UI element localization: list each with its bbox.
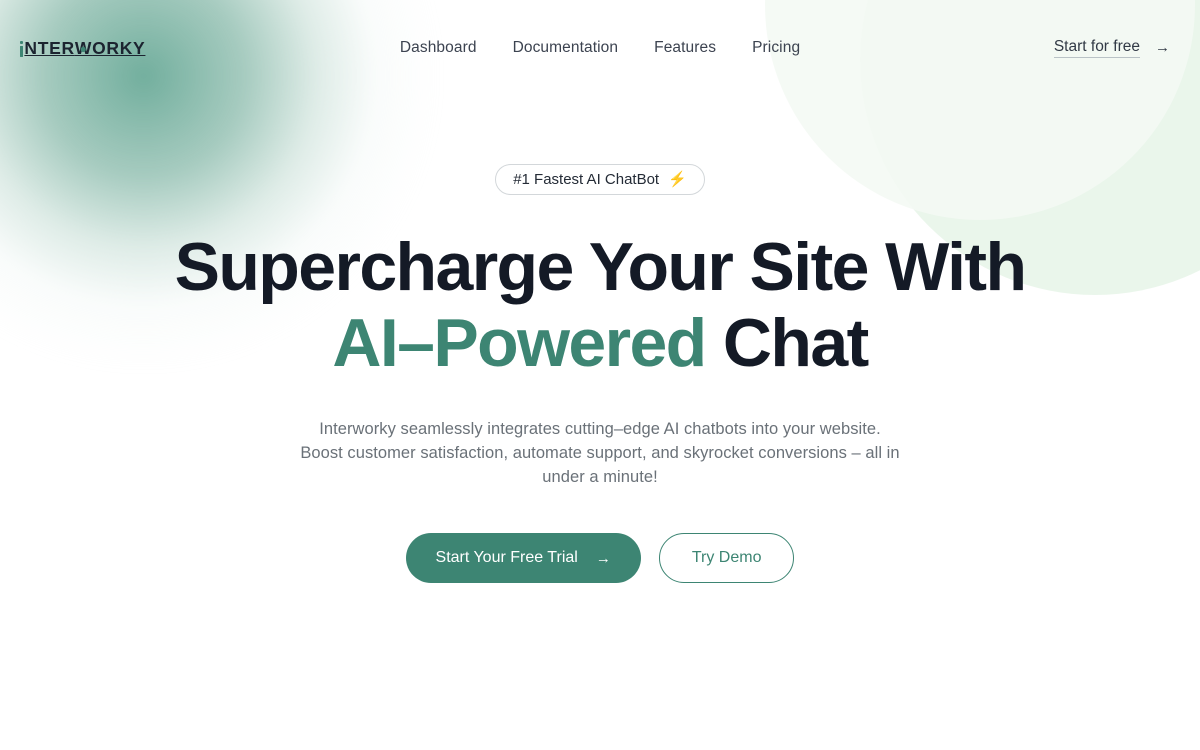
logo-i-stem bbox=[20, 46, 24, 57]
main-navigation: Dashboard Documentation Features Pricing bbox=[400, 39, 800, 57]
hero-section: #1 Fastest AI ChatBot ⚡ Supercharge Your… bbox=[0, 96, 1200, 583]
logo-text-part1: NTER bbox=[24, 37, 75, 58]
nav-item-features[interactable]: Features bbox=[654, 39, 716, 57]
headline-accent: AI–Powered bbox=[332, 305, 707, 381]
site-header: NTER W ORKY Dashboard Documentation Featur… bbox=[0, 0, 1200, 96]
lightning-bolt-icon: ⚡ bbox=[668, 171, 687, 188]
start-free-trial-button[interactable]: Start Your Free Trial → bbox=[405, 533, 641, 583]
arrow-right-icon: → bbox=[1155, 39, 1170, 56]
headline-line-1: Supercharge Your Site With bbox=[174, 229, 1027, 305]
nav-item-documentation[interactable]: Documentation bbox=[513, 39, 619, 57]
try-demo-button[interactable]: Try Demo bbox=[658, 533, 795, 583]
header-start-for-free-link[interactable]: Start for free → bbox=[1053, 38, 1180, 59]
nav-item-pricing[interactable]: Pricing bbox=[752, 39, 800, 57]
secondary-button-label: Try Demo bbox=[691, 549, 762, 566]
arrow-right-icon: → bbox=[595, 549, 611, 567]
status-badge[interactable]: #1 Fastest AI ChatBot ⚡ bbox=[495, 164, 705, 195]
hero-subheading: Interworky seamlessly integrates cutting… bbox=[300, 420, 900, 486]
nav-item-dashboard[interactable]: Dashboard bbox=[400, 39, 477, 57]
headline-tail: Chat bbox=[705, 305, 869, 381]
brand-logo[interactable]: NTER W ORKY bbox=[20, 38, 145, 59]
logo-text-part2: ORKY bbox=[92, 37, 146, 58]
badge-label: #1 Fastest AI ChatBot bbox=[513, 171, 660, 188]
logo-w-icon: W bbox=[74, 37, 93, 58]
primary-button-label: Start Your Free Trial bbox=[435, 549, 578, 566]
landing-page: NTER W ORKY Dashboard Documentation Featur… bbox=[0, 0, 1200, 750]
header-cta-label: Start for free bbox=[1053, 38, 1140, 59]
logo-i-dot bbox=[20, 40, 24, 44]
logo-i-icon bbox=[20, 39, 24, 57]
page-title: Supercharge Your Site With AI–Powered Ch… bbox=[174, 229, 1027, 381]
hero-cta-row: Start Your Free Trial → Try Demo bbox=[405, 533, 795, 583]
